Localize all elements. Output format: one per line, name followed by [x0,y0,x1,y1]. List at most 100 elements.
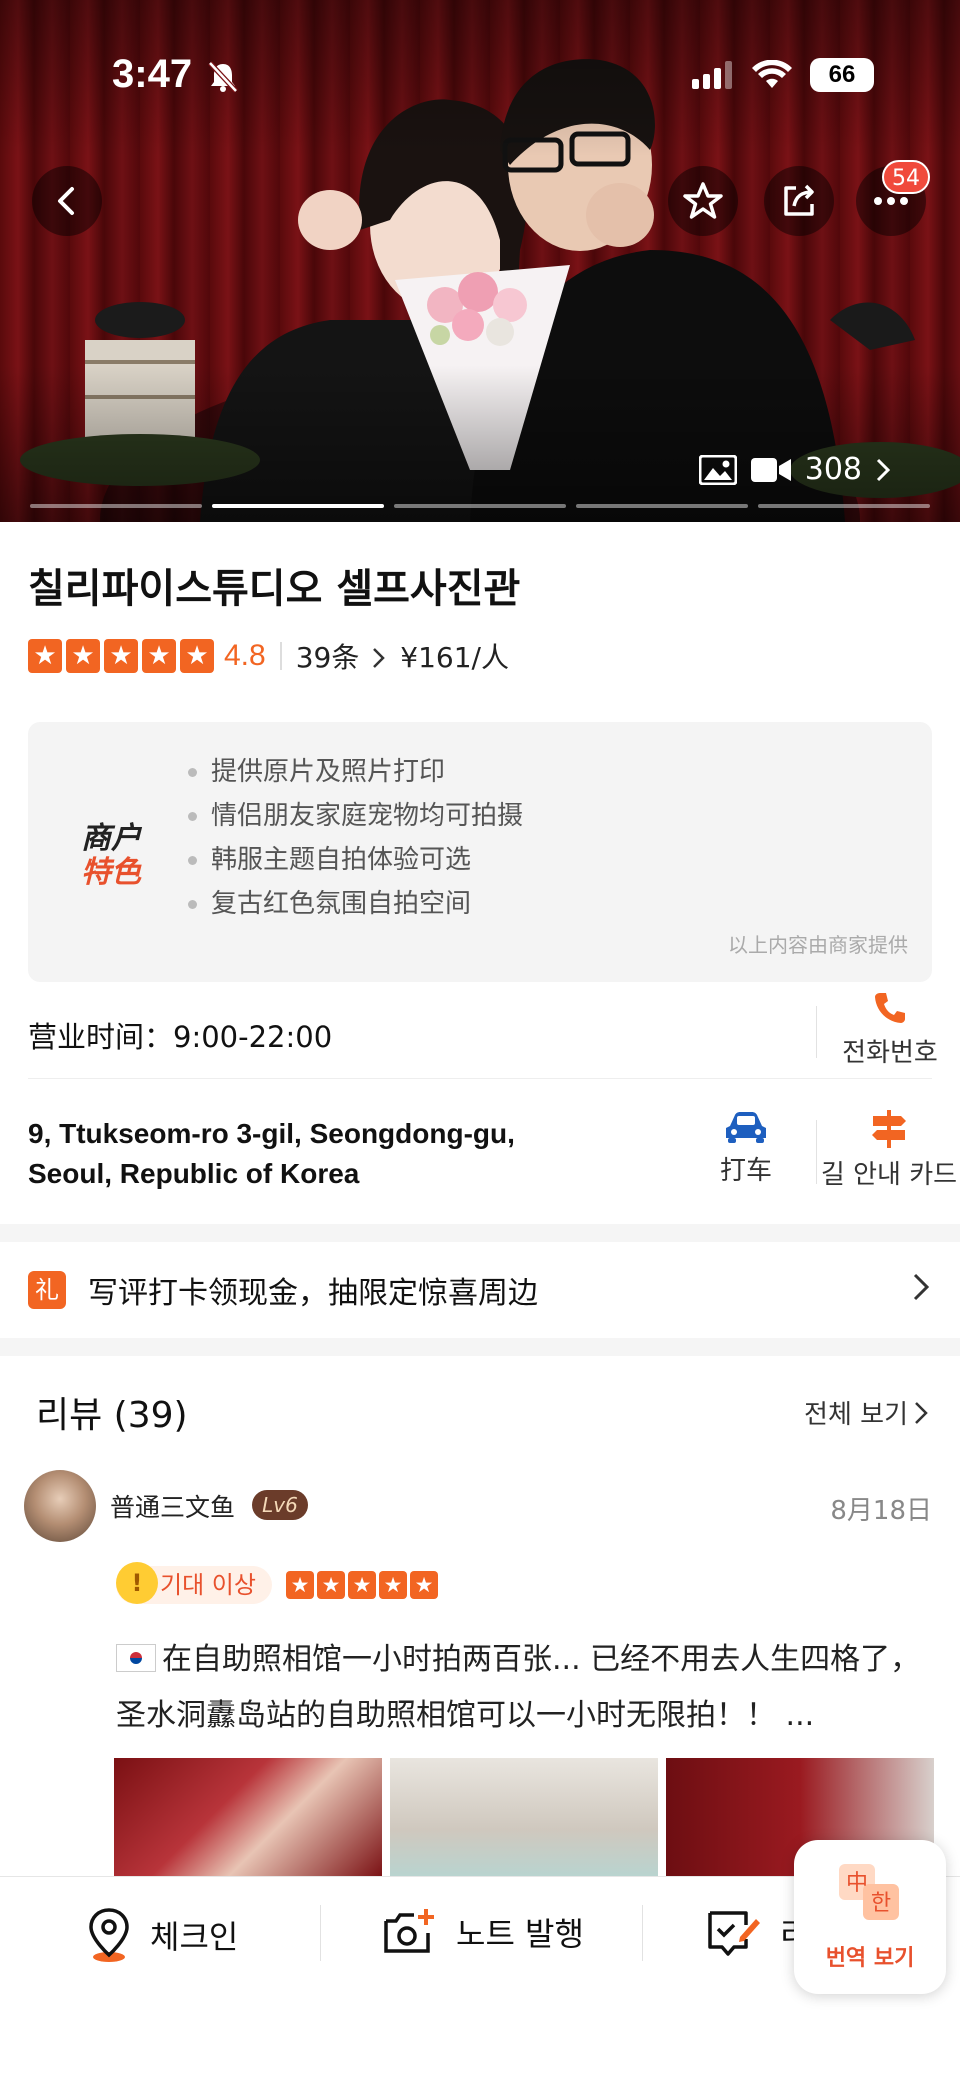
feature-item: 复古红色氛围自拍空间 [188,882,523,926]
chevron-right-icon [913,1273,930,1301]
rating-stars: ★ ★ ★ ★ ★ [28,639,214,673]
view-all-label: 전체 보기 [804,1400,908,1430]
favorite-button[interactable] [668,166,738,236]
gift-badge-icon: 礼 [28,1271,66,1309]
feature-item: 提供原片及照片打印 [188,750,523,794]
divider [279,642,282,670]
share-button[interactable] [764,166,834,236]
back-button[interactable] [32,166,102,236]
translate-label: 번역 보기 [825,1946,915,1971]
divider [642,1905,643,1961]
business-hours: 营业时间：9:00-22:00 [28,1020,333,1054]
logo-line-1: 商户 [81,821,141,856]
car-icon [726,1112,766,1143]
view-all-reviews-link[interactable]: 전체 보기 [804,1394,928,1431]
camera-plus-icon [384,1909,434,1953]
progress-segment [30,504,202,508]
section-gap [0,1338,960,1356]
translate-button[interactable]: 中한 번역 보기 [794,1840,946,1994]
reviews-header: 리뷰 (39) [36,1395,188,1436]
star-icon: ★ [348,1571,376,1599]
merchant-features: 商户 特色 提供原片及照片打印 情侣朋友家庭宠物均可拍摄 韩服主题自拍体验可选 … [28,722,932,982]
shop-title: 칠리파이스튜디오 셀프사진관 [28,566,521,612]
rating-score: 4.8 [224,639,266,672]
promo-banner[interactable]: 礼 写评打卡领现金，抽限定惊喜周边 [0,1242,960,1338]
progress-segment [576,504,748,508]
chevron-right-icon [915,1401,928,1424]
korea-flag-icon [116,1644,156,1672]
translate-icon: 中한 [839,1864,899,1920]
promo-text: 写评打卡领现金，抽限定惊喜周边 [88,1276,538,1311]
feature-item: 情侣朋友家庭宠物均可拍摄 [188,794,523,838]
star-icon: ★ [317,1571,345,1599]
star-icon: ★ [180,639,214,673]
back-icon [58,187,74,215]
review-date: 8月18日 [830,1496,932,1526]
media-count-number: 308 [804,452,862,487]
reviews-count: 39条 [295,641,360,674]
notification-badge: 54 [882,160,930,194]
review-photo[interactable] [390,1758,658,1878]
signal-icon [692,61,732,89]
progress-segment-active [212,504,384,508]
star-icon: ★ [379,1571,407,1599]
divider [28,1078,932,1079]
star-icon: ★ [66,639,100,673]
address[interactable]: 9, Ttukseom-ro 3-gil, Seongdong-gu, Seou… [28,1114,588,1194]
rating-row: ★ ★ ★ ★ ★ 4.8 39条 ¥161/人 [28,638,509,674]
gallery-progress [30,504,930,508]
review-body: 在自助照相馆一小时拍两百张... 已经不用去人生四格了，圣水洞纛岛站的自助照相馆… [116,1642,921,1733]
checkin-label: 체크인 [150,1918,239,1956]
battery-indicator: 66 [810,58,874,92]
divider [816,1006,817,1058]
bell-muted-icon [206,60,240,98]
phone-icon [875,993,905,1023]
status-time: 3:47 [112,52,193,96]
post-note-label: 노트 발행 [456,1915,584,1953]
status-right: 66 [692,58,874,92]
progress-segment [758,504,930,508]
star-icon: ★ [286,1571,314,1599]
logo-line-2: 特色 [81,855,141,890]
photo-icon [698,454,737,485]
checkin-button[interactable]: 체크인 [86,1907,238,1963]
svg-text:中: 中 [846,1871,868,1896]
chevron-right-icon [876,458,890,481]
divider [320,1905,321,1961]
edit-review-icon [708,1911,760,1956]
merchant-note: 以上内容由商家提供 [728,933,908,957]
svg-text:한: 한 [871,1891,891,1916]
share-icon [784,184,814,216]
star-icon: ★ [28,639,62,673]
progress-segment [394,504,566,508]
star-icon: ★ [142,639,176,673]
star-icon: ★ [104,639,138,673]
guide-card-button[interactable]: 길 안내 카드 [818,1110,960,1191]
chevron-right-icon [373,648,386,668]
wifi-icon [752,60,792,88]
review-stars: ★ ★ ★ ★ ★ [286,1571,438,1599]
feature-list: 提供原片及照片打印 情侣朋友家庭宠物均可拍摄 韩服主题自拍体验可选 复古红色氛围… [188,750,523,926]
phone-label: 전화번호 [842,1038,938,1068]
section-gap [0,1224,960,1242]
taxi-button[interactable]: 打车 [704,1110,788,1187]
star-outline-icon [683,182,723,219]
feature-item: 韩服主题自拍体验可选 [188,838,523,882]
signpost-icon [872,1110,906,1148]
review-text[interactable]: 在自助照相馆一小时拍两百张... 已经不用去人生四格了，圣水洞纛岛站的自助照相馆… [116,1632,936,1744]
guide-label: 길 안내 카드 [820,1160,958,1190]
review-photo[interactable] [114,1758,382,1878]
reviews-count-link[interactable]: 39条 [296,636,387,676]
post-note-button[interactable]: 노트 발행 [382,1907,584,1957]
phone-button[interactable]: 전화번호 [832,990,948,1069]
star-icon: ★ [410,1571,438,1599]
media-count[interactable]: 308 [698,452,890,487]
price-per-person: ¥161/人 [400,641,509,674]
video-icon [750,457,791,482]
avatar[interactable] [24,1470,96,1542]
taxi-label: 打车 [719,1156,772,1186]
reviewer-name[interactable]: 普通三文鱼 [110,1488,235,1524]
merchant-features-logo: 商户 特色 [56,822,166,890]
location-pin-icon [89,1908,129,1962]
divider [816,1120,817,1184]
